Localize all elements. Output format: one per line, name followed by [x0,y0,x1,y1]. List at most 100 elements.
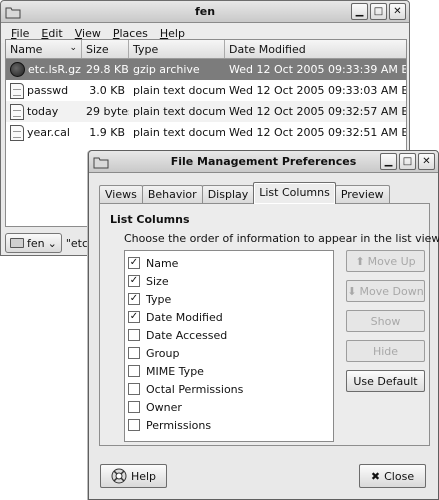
menu-places[interactable]: Places [107,27,154,40]
help-button[interactable]: Help [100,464,167,488]
help-label: Help [130,469,157,483]
menu-file[interactable]: File [5,27,35,40]
checkbox-date-modified[interactable]: ✓ [128,311,140,323]
close-icon: ✖ [370,469,381,483]
tab-bar: Views Behavior Display List Columns Prev… [99,182,390,204]
tab-list-columns[interactable]: List Columns [253,182,336,204]
menu-view-mnemonic: V [74,26,83,40]
list-item[interactable]: Date Accessed [125,326,333,344]
tab-behavior[interactable]: Behavior [141,185,203,204]
close-icon[interactable]: ✕ [418,153,435,170]
section-description: Choose the order of information to appea… [124,232,439,245]
checkbox-owner[interactable] [128,401,140,413]
close-icon[interactable]: ✕ [389,3,406,20]
list-item-label: Owner [146,400,182,414]
list-item-label: Date Modified [146,310,223,324]
show-button[interactable]: Show [346,310,425,332]
menu-places-label: laces [119,26,148,40]
folder-icon [10,238,24,248]
preferences-titlebar[interactable]: File Management Preferences ▁ □ ✕ [89,151,438,173]
column-headers: Name ⌄ Size Type Date Modified [6,40,406,59]
list-item[interactable]: Permissions [125,416,333,434]
checkbox-type[interactable]: ✓ [128,293,140,305]
list-item[interactable]: Group [125,344,333,362]
minimize-icon[interactable]: ▁ [351,3,368,20]
archive-icon [10,62,25,77]
file-date: Wed 12 Oct 2005 09:32:51 AM EDT [229,126,406,139]
column-header-size[interactable]: Size [82,40,129,58]
list-item[interactable]: ✓ Name [125,254,333,272]
file-name: today [27,105,59,118]
file-size: 1.9 KB [89,126,125,139]
list-item-label: MIME Type [146,364,204,378]
file-name: year.cal [27,126,70,139]
list-item[interactable]: ✓ Size [125,272,333,290]
menu-help[interactable]: Help [154,27,191,40]
close-button[interactable]: ✖ Close [359,464,426,488]
move-up-label: Move Up [367,254,416,268]
list-item[interactable]: ✓ Type [125,290,333,308]
minimize-icon[interactable]: ▁ [380,153,397,170]
list-item-label: Permissions [146,418,212,432]
use-default-button[interactable]: Use Default [346,370,425,392]
file-row[interactable]: passwd 3.0 KB plain text document Wed 12… [6,80,406,101]
menu-places-mnemonic: P [112,26,120,40]
list-item-label: Date Accessed [146,328,228,342]
location-button[interactable]: fen ⌄ [5,233,62,253]
menu-help-mnemonic: H [159,26,169,40]
hide-button[interactable]: Hide [346,340,425,362]
column-header-name[interactable]: Name ⌄ [6,40,82,58]
tab-views[interactable]: Views [99,185,143,204]
menu-edit-label: dit [48,26,63,40]
file-date: Wed 12 Oct 2005 09:33:39 AM EDT [229,63,406,76]
checkbox-size[interactable]: ✓ [128,275,140,287]
list-item-label: Type [146,292,172,306]
file-type: gzip archive [133,63,200,76]
checkbox-name[interactable]: ✓ [128,257,140,269]
list-item[interactable]: Owner [125,398,333,416]
list-columns-panel: List Columns Choose the order of informa… [99,203,439,446]
column-header-date[interactable]: Date Modified [225,40,406,58]
list-item-label: Name [146,256,179,270]
menu-view-label: iew [82,26,101,40]
checkbox-permissions[interactable] [128,419,140,431]
file-size: 29 bytes [86,105,129,118]
file-row[interactable]: etc.lsR.gz 29.8 KB gzip archive Wed 12 O… [6,59,406,80]
column-actions: ⬆ Move Up ⬇ Move Down Show Hide Use Defaul… [346,250,425,400]
maximize-icon[interactable]: □ [370,3,387,20]
preferences-dialog: File Management Preferences ▁ □ ✕ Views … [88,150,439,500]
list-item[interactable]: MIME Type [125,362,333,380]
file-manager-titlebar[interactable]: fen ▁ □ ✕ [1,1,409,23]
file-row[interactable]: today 29 bytes plain text document Wed 1… [6,101,406,122]
file-name: etc.lsR.gz [28,63,81,76]
column-header-name-label: Name [10,43,43,56]
list-item[interactable]: ✓ Date Modified [125,308,333,326]
arrow-down-icon: ⬇ [347,284,357,298]
columns-list[interactable]: ✓ Name ✓ Size ✓ Type ✓ Date Modified Date Ac… [124,250,334,442]
list-item-label: Octal Permissions [146,382,244,396]
list-item[interactable]: Octal Permissions [125,380,333,398]
file-row[interactable]: year.cal 1.9 KB plain text document Wed … [6,122,406,143]
move-up-button[interactable]: ⬆ Move Up [346,250,425,272]
menu-edit[interactable]: Edit [35,27,68,40]
file-type: plain text document [133,126,225,139]
section-title: List Columns [110,213,190,226]
checkbox-date-accessed[interactable] [128,329,140,341]
move-down-label: Move Down [359,284,424,298]
maximize-icon[interactable]: □ [399,153,416,170]
file-size: 3.0 KB [89,84,125,97]
menu-help-label: elp [168,26,185,40]
file-type: plain text document [133,105,225,118]
menu-view[interactable]: View [69,27,107,40]
checkbox-group[interactable] [128,347,140,359]
checkbox-mime-type[interactable] [128,365,140,377]
chevron-down-icon: ⌄ [47,236,57,250]
text-file-icon [10,124,24,141]
tab-display[interactable]: Display [201,185,255,204]
move-down-button[interactable]: ⬇ Move Down [346,280,425,302]
column-header-type[interactable]: Type [129,40,225,58]
checkbox-octal-permissions[interactable] [128,383,140,395]
list-item-label: Size [146,274,169,288]
tab-preview[interactable]: Preview [334,185,390,204]
status-bar: fen ⌄ "etc.ls [5,233,100,253]
